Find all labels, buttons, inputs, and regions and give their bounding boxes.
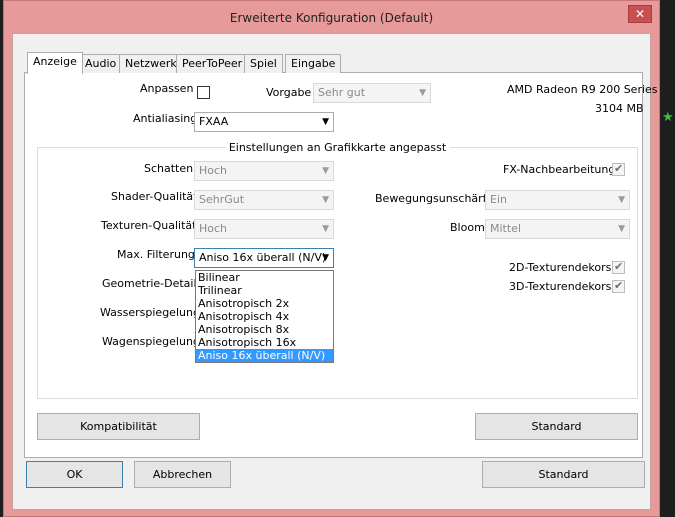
wagen-label: Wagenspiegelung [102, 335, 200, 348]
dropdown-option[interactable]: Anisotropisch 16x [196, 336, 333, 349]
star-icon: ★ [662, 110, 674, 125]
chevron-down-icon: ▼ [322, 253, 329, 263]
standard-bottom-button[interactable]: Standard [482, 461, 645, 488]
fx-label: FX-Nachbearbeitung [503, 163, 616, 176]
chevron-down-icon: ▼ [322, 166, 329, 176]
texturen-select[interactable]: Hoch ▼ [194, 219, 334, 239]
tab-spiel[interactable]: Spiel [244, 54, 283, 73]
texturen-label: Texturen-Qualität [101, 219, 197, 232]
kompatibilitaet-button[interactable]: Kompatibilität [37, 413, 200, 440]
schatten-value: Hoch [199, 164, 228, 177]
bloom-select[interactable]: Mittel ▼ [485, 219, 630, 239]
checkmark-icon: ✔ [614, 260, 624, 273]
background-app-right [660, 0, 675, 517]
schatten-select[interactable]: Hoch ▼ [194, 161, 334, 181]
tab-audio[interactable]: Audio [79, 54, 123, 73]
title-bar[interactable]: Erweiterte Konfiguration (Default) ✕ [4, 1, 659, 33]
filterung-label: Max. Filterung [117, 248, 195, 261]
geometrie-label: Geometrie-Details [102, 277, 203, 290]
chevron-down-icon: ▼ [618, 224, 625, 234]
close-button[interactable]: ✕ [628, 5, 652, 23]
bloom-label: Bloom [450, 221, 485, 234]
tab-netzwerk[interactable]: Netzwerk [119, 54, 183, 73]
dropdown-option[interactable]: Trilinear [196, 284, 333, 297]
standard-panel-button[interactable]: Standard [475, 413, 638, 440]
chevron-down-icon: ▼ [419, 88, 426, 98]
antialiasing-value: FXAA [199, 115, 229, 128]
antialiasing-select[interactable]: FXAA ▼ [194, 112, 334, 132]
anpassen-checkbox[interactable] [197, 86, 210, 99]
dropdown-option-selected[interactable]: Aniso 16x überall (N/V) [196, 349, 333, 362]
chevron-down-icon: ▼ [322, 224, 329, 234]
filterung-value: Aniso 16x überall (N/V) [199, 251, 327, 264]
texturendekors-3d-checkbox[interactable]: ✔ [612, 279, 625, 293]
window-title: Erweiterte Konfiguration (Default) [229, 11, 434, 25]
dropdown-option[interactable]: Anisotropisch 2x [196, 297, 333, 310]
tab-eingabe[interactable]: Eingabe [285, 54, 342, 73]
gpu-name: AMD Radeon R9 200 Series [507, 83, 658, 96]
texturendekors-2d-checkbox[interactable]: ✔ [612, 260, 625, 274]
chevron-down-icon: ▼ [322, 117, 329, 127]
vorgabe-value: Sehr gut [318, 86, 366, 99]
bewegung-select[interactable]: Ein ▼ [485, 190, 630, 210]
fx-checkbox[interactable]: ✔ [612, 162, 625, 176]
tab-anzeige[interactable]: Anzeige [27, 52, 83, 74]
chevron-down-icon: ▼ [618, 195, 625, 205]
shader-select[interactable]: SehrGut ▼ [194, 190, 334, 210]
abbrechen-button[interactable]: Abbrechen [134, 461, 231, 488]
group-caption: Einstellungen an Grafikkarte angepasst [0, 141, 675, 154]
tab-peertopeer[interactable]: PeerToPeer [176, 54, 249, 73]
bewegung-label: Bewegungsunschärfe [375, 192, 494, 205]
wasser-label: Wasserspiegelung [100, 306, 200, 319]
anpassen-label: Anpassen [140, 82, 194, 95]
schatten-label: Schatten [144, 162, 194, 175]
chevron-down-icon: ▼ [322, 195, 329, 205]
texturendekors-2d-label: 2D-Texturendekors [509, 261, 612, 274]
dropdown-option[interactable]: Bilinear [196, 271, 333, 284]
texturendekors-3d-label: 3D-Texturendekors [509, 280, 612, 293]
texturen-value: Hoch [199, 222, 228, 235]
checkmark-icon: ✔ [614, 162, 624, 175]
filterung-select[interactable]: Aniso 16x überall (N/V) ▼ [194, 248, 334, 268]
dropdown-option[interactable]: Anisotropisch 8x [196, 323, 333, 336]
close-icon: ✕ [634, 7, 646, 21]
dropdown-option[interactable]: Anisotropisch 4x [196, 310, 333, 323]
antialiasing-label: Antialiasing [133, 112, 198, 125]
shader-label: Shader-Qualität [111, 190, 198, 203]
shader-value: SehrGut [199, 193, 245, 206]
bewegung-value: Ein [490, 193, 507, 206]
bloom-value: Mittel [490, 222, 521, 235]
gpu-memory: 3104 MB [595, 102, 644, 115]
vorgabe-select[interactable]: Sehr gut ▼ [313, 83, 431, 103]
checkmark-icon: ✔ [614, 279, 624, 292]
filterung-dropdown-list: Bilinear Trilinear Anisotropisch 2x Anis… [195, 270, 334, 363]
ok-button[interactable]: OK [26, 461, 123, 488]
vorgabe-label: Vorgabe [266, 86, 312, 99]
